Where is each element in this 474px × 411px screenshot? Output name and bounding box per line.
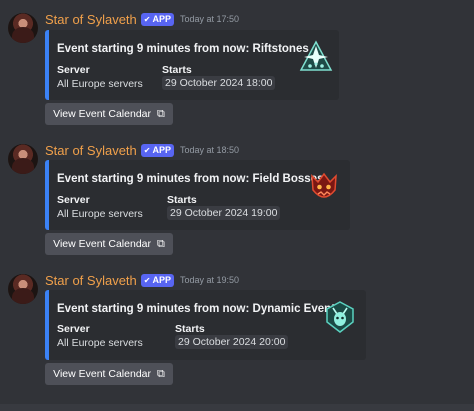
view-event-calendar-label: View Event Calendar <box>53 108 151 120</box>
author-name[interactable]: Star of Sylaveth <box>45 143 137 158</box>
verified-check-icon: ✔ <box>143 275 151 285</box>
starts-field-value: 29 October 2024 20:00 <box>175 335 289 349</box>
embed-title: Event starting 9 minutes from now: Dynam… <box>57 303 342 315</box>
external-link-icon: ⧉ <box>157 367 165 380</box>
server-field-value: All Europe servers <box>57 208 143 220</box>
starts-field-label: Starts <box>167 194 197 206</box>
app-badge: ✔ APP <box>140 143 174 157</box>
timestamp: Today at 18:50 <box>180 145 240 155</box>
app-badge: ✔ APP <box>140 273 174 287</box>
message-header: Star of Sylaveth ✔ APP Today at 19:50 <box>45 272 239 288</box>
timestamp: Today at 19:50 <box>180 275 240 285</box>
app-badge: ✔ APP <box>140 12 174 26</box>
external-link-icon: ⧉ <box>157 107 165 120</box>
dynamic-event-icon <box>326 301 354 333</box>
author-name[interactable]: Star of Sylaveth <box>45 12 137 27</box>
date-chip[interactable]: 29 October 2024 20:00 <box>175 335 289 349</box>
avatar[interactable] <box>8 144 38 174</box>
app-badge-label: APP <box>152 145 171 155</box>
starts-field-value: 29 October 2024 19:00 <box>167 206 281 220</box>
riftstone-icon <box>299 40 333 71</box>
message-header: Star of Sylaveth ✔ APP Today at 17:50 <box>45 11 239 27</box>
server-field-label: Server <box>57 64 90 76</box>
view-event-calendar-button[interactable]: View Event Calendar ⧉ <box>45 363 173 385</box>
event-embed: Event starting 9 minutes from now: Dynam… <box>45 290 366 360</box>
view-event-calendar-button[interactable]: View Event Calendar ⧉ <box>45 103 173 125</box>
embed-title: Event starting 9 minutes from now: Rifts… <box>57 43 309 55</box>
view-event-calendar-label: View Event Calendar <box>53 368 151 380</box>
server-field-value: All Europe servers <box>57 337 143 349</box>
timestamp: Today at 17:50 <box>180 14 240 24</box>
date-chip[interactable]: 29 October 2024 19:00 <box>167 206 281 220</box>
server-field-label: Server <box>57 323 90 335</box>
verified-check-icon: ✔ <box>143 145 151 155</box>
embed-title: Event starting 9 minutes from now: Field… <box>57 173 324 185</box>
event-embed: Event starting 9 minutes from now: Rifts… <box>45 30 339 100</box>
view-event-calendar-button[interactable]: View Event Calendar ⧉ <box>45 233 173 255</box>
app-badge-label: APP <box>152 275 171 285</box>
message-input-edge <box>0 404 474 411</box>
event-embed: Event starting 9 minutes from now: Field… <box>45 160 350 230</box>
view-event-calendar-label: View Event Calendar <box>53 238 151 250</box>
avatar[interactable] <box>8 274 38 304</box>
starts-field-label: Starts <box>175 323 205 335</box>
server-field-value: All Europe servers <box>57 78 143 90</box>
author-name[interactable]: Star of Sylaveth <box>45 273 137 288</box>
field-boss-icon <box>311 172 337 198</box>
message-header: Star of Sylaveth ✔ APP Today at 18:50 <box>45 142 239 158</box>
external-link-icon: ⧉ <box>157 237 165 250</box>
starts-field-label: Starts <box>162 64 192 76</box>
date-chip[interactable]: 29 October 2024 18:00 <box>162 76 276 90</box>
verified-check-icon: ✔ <box>143 14 151 24</box>
app-badge-label: APP <box>152 14 171 24</box>
starts-field-value: 29 October 2024 18:00 <box>162 76 276 90</box>
server-field-label: Server <box>57 194 90 206</box>
avatar[interactable] <box>8 13 38 43</box>
